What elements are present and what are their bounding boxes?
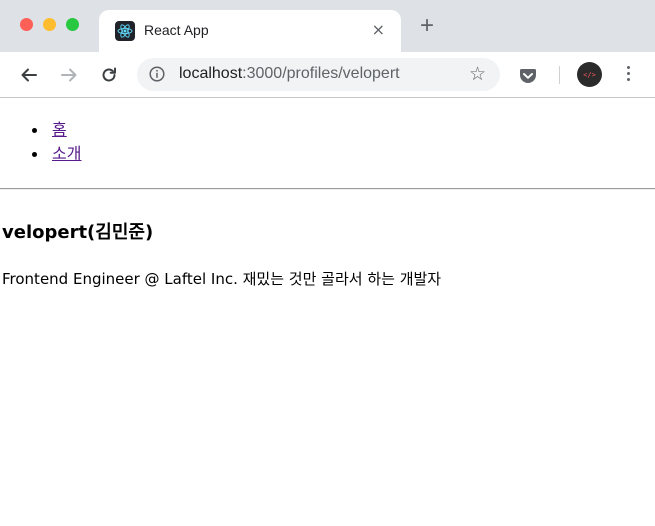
new-tab-button[interactable]: + — [414, 14, 440, 40]
tab-react-app[interactable]: React App × — [99, 10, 401, 52]
url-host: localhost — [179, 65, 243, 82]
tab-title: React App — [144, 22, 209, 38]
profile-name: velopert(김민준) — [2, 222, 154, 243]
home-link[interactable]: 홈 — [52, 120, 67, 139]
profile-description: Frontend Engineer @ Laftel Inc. 재밌는 것만 골… — [2, 270, 442, 288]
page-content: 홈 소개 velopert(김민준) Frontend Engineer @ L… — [0, 98, 655, 526]
more-menu-icon[interactable] — [620, 66, 636, 84]
divider — [0, 188, 655, 190]
nav-item-about: 소개 — [31, 142, 81, 166]
pocket-icon[interactable] — [519, 68, 537, 84]
about-link[interactable]: 소개 — [52, 144, 81, 163]
minimize-window-button[interactable] — [43, 18, 56, 31]
maximize-window-button[interactable] — [66, 18, 79, 31]
reload-icon[interactable] — [97, 63, 121, 87]
react-logo-icon — [115, 21, 135, 41]
close-window-button[interactable] — [20, 18, 33, 31]
url-text: localhost:3000/profiles/velopert — [179, 65, 400, 83]
forward-arrow-icon[interactable] — [57, 63, 81, 87]
nav-item-home: 홈 — [31, 118, 81, 142]
info-icon[interactable] — [149, 66, 165, 82]
profile-avatar[interactable]: </> — [577, 62, 602, 87]
browser-tab-bar: React App × + — [0, 0, 655, 52]
bookmark-star-icon[interactable]: ☆ — [469, 63, 486, 85]
url-path: :3000/profiles/velopert — [242, 65, 400, 82]
toolbar-divider — [559, 66, 560, 84]
back-arrow-icon[interactable] — [17, 63, 41, 87]
browser-toolbar: localhost:3000/profiles/velopert ☆ </> — [0, 52, 655, 98]
tab-close-icon[interactable]: × — [372, 20, 385, 40]
nav-list: 홈 소개 — [31, 118, 81, 166]
address-bar[interactable]: localhost:3000/profiles/velopert ☆ — [137, 58, 500, 91]
